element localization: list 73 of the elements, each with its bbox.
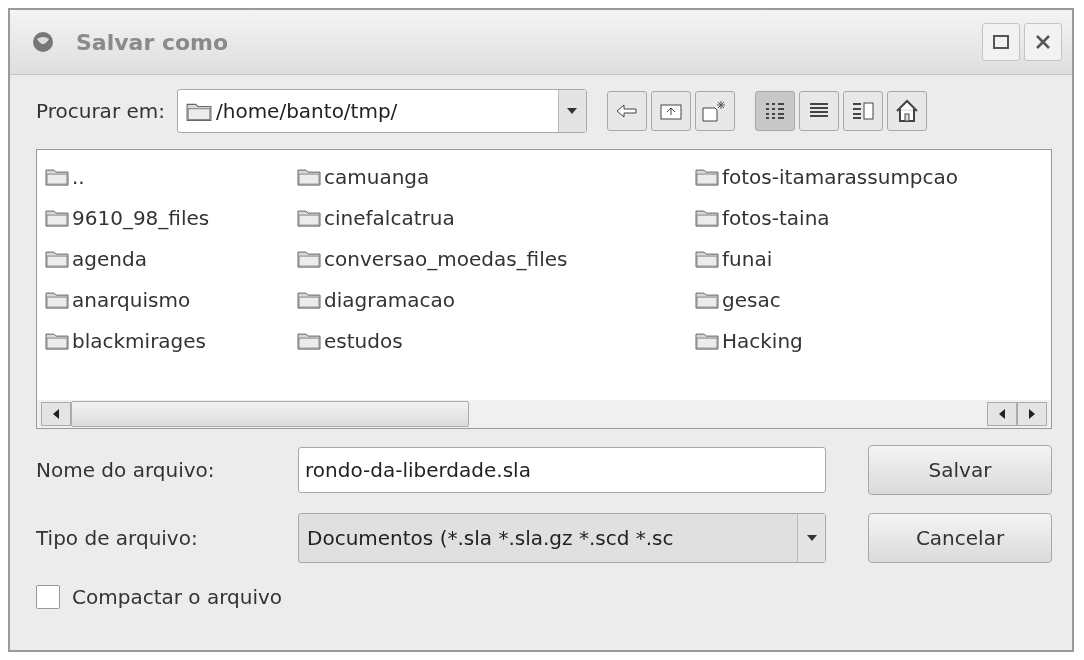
folder-up-icon bbox=[660, 102, 682, 120]
file-type-combo[interactable]: Documentos (*.sla *.sla.gz *.scd *.sc bbox=[298, 513, 826, 563]
back-button[interactable] bbox=[607, 91, 647, 131]
folder-item[interactable]: funai bbox=[722, 246, 773, 271]
folder-icon bbox=[45, 289, 69, 310]
scroll-left-button[interactable] bbox=[987, 402, 1017, 426]
folder-icon bbox=[45, 166, 69, 187]
scroll-left-button[interactable] bbox=[41, 402, 71, 426]
maximize-button[interactable] bbox=[982, 23, 1020, 61]
file-name-field[interactable]: rondo-da-liberdade.sla bbox=[298, 447, 826, 493]
folder-icon bbox=[695, 166, 719, 187]
folder-icon bbox=[297, 248, 321, 269]
home-icon bbox=[895, 99, 919, 123]
back-arrow-icon bbox=[616, 103, 638, 119]
folder-icon bbox=[297, 166, 321, 187]
folder-item[interactable]: 9610_98_files bbox=[72, 205, 210, 230]
folder-item[interactable]: gesac bbox=[722, 287, 781, 312]
preview-button[interactable] bbox=[843, 91, 883, 131]
compress-label[interactable]: Compactar o arquivo bbox=[72, 585, 283, 609]
folder-icon bbox=[297, 330, 321, 351]
folder-icon bbox=[695, 330, 719, 351]
folder-item[interactable]: estudos bbox=[324, 328, 403, 353]
folder-icon bbox=[695, 248, 719, 269]
folder-item[interactable]: diagramacao bbox=[324, 287, 455, 312]
left-triangle-icon bbox=[999, 409, 1005, 419]
folder-item[interactable]: .. bbox=[72, 164, 85, 189]
home-button[interactable] bbox=[887, 91, 927, 131]
close-button[interactable] bbox=[1024, 23, 1062, 61]
detail-view-icon bbox=[765, 102, 785, 120]
app-logo-icon bbox=[32, 31, 54, 53]
scrollbar-thumb[interactable] bbox=[71, 401, 469, 427]
save-button[interactable]: Salvar bbox=[868, 445, 1052, 495]
folder-item[interactable]: Hacking bbox=[722, 328, 803, 353]
path-text: /home/banto/tmp/ bbox=[216, 99, 398, 123]
file-name-label: Nome do arquivo: bbox=[36, 458, 216, 482]
folder-item[interactable]: blackmirages bbox=[72, 328, 207, 353]
maximize-icon bbox=[993, 34, 1009, 50]
list-view-icon bbox=[809, 102, 829, 120]
folder-item[interactable]: agenda bbox=[72, 246, 147, 271]
folder-icon bbox=[297, 289, 321, 310]
new-folder-button[interactable] bbox=[695, 91, 735, 131]
up-button[interactable] bbox=[651, 91, 691, 131]
new-folder-icon bbox=[702, 100, 728, 122]
caret-icon bbox=[567, 108, 578, 114]
folder-item[interactable]: fotos-taina bbox=[722, 205, 830, 230]
left-triangle-icon bbox=[53, 409, 59, 419]
folder-icon bbox=[297, 207, 321, 228]
folder-item[interactable]: fotos-itamarassumpcao bbox=[722, 164, 959, 189]
folder-icon bbox=[45, 330, 69, 351]
folder-icon bbox=[695, 207, 719, 228]
detail-button[interactable] bbox=[755, 91, 795, 131]
folder-item[interactable]: cinefalcatrua bbox=[324, 205, 455, 230]
folder-item[interactable]: conversao_moedas_files bbox=[324, 246, 568, 271]
folder-icon bbox=[45, 248, 69, 269]
caret-icon bbox=[806, 535, 817, 541]
folder-icon bbox=[695, 289, 719, 310]
checkbox[interactable] bbox=[36, 585, 60, 609]
right-triangle-icon bbox=[1029, 409, 1035, 419]
close-icon bbox=[1035, 34, 1051, 50]
look-in-label: Procurar em: bbox=[36, 99, 165, 123]
look-in-combo[interactable]: /home/banto/tmp/ bbox=[177, 89, 587, 133]
folder-item[interactable]: camuanga bbox=[324, 164, 430, 189]
list-button[interactable] bbox=[799, 91, 839, 131]
file-type-label: Tipo de arquivo: bbox=[36, 526, 199, 550]
dropdown-button[interactable] bbox=[797, 514, 825, 562]
cancel-button[interactable]: Cancelar bbox=[868, 513, 1052, 563]
folder-item[interactable]: anarquismo bbox=[72, 287, 191, 312]
horizontal-scrollbar[interactable] bbox=[37, 400, 1051, 428]
preview-view-icon bbox=[852, 102, 874, 120]
dropdown-button[interactable] bbox=[558, 90, 586, 132]
folder-icon bbox=[45, 207, 69, 228]
window-title: Salvar como bbox=[76, 29, 230, 55]
scroll-right-button[interactable] bbox=[1017, 402, 1047, 426]
